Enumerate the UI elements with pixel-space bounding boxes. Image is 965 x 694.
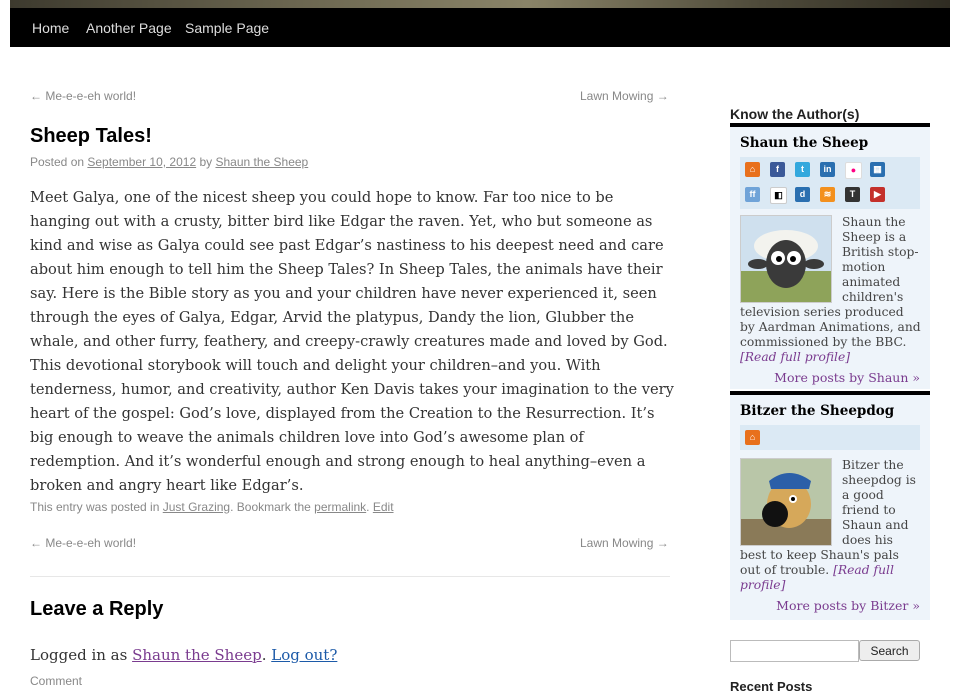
meta-prefix: Posted on — [30, 155, 88, 169]
widget-title: Know the Author(s) — [730, 106, 860, 122]
social-icons: ⌂ f t in ● ▦ ff ◧ d ≋ T ▶ — [740, 157, 920, 209]
category-link[interactable]: Just Grazing — [163, 500, 230, 514]
flickr-icon[interactable]: ● — [845, 162, 862, 179]
comment-label: Comment — [30, 674, 83, 688]
footer-mid: . Bookmark the — [230, 500, 315, 514]
search-input[interactable] — [730, 640, 859, 662]
footer-sep: . — [366, 500, 373, 514]
post-title: Sheep Tales! — [30, 125, 152, 147]
author-name: Shaun the Sheep — [740, 135, 869, 151]
social-icons: ⌂ — [740, 425, 920, 450]
next-post-link[interactable]: Lawn Mowing → — [580, 89, 669, 103]
nav-home[interactable]: Home — [32, 20, 69, 36]
home-icon[interactable]: ⌂ — [745, 430, 760, 445]
post-footer: This entry was posted in Just Grazing. B… — [30, 500, 394, 514]
facebook-icon[interactable]: f — [770, 162, 785, 177]
author-box-shaun: Shaun the Sheep ⌂ f t in ● ▦ ff ◧ d ≋ T … — [730, 123, 930, 389]
main-nav: Home Another Page Sample Page — [10, 8, 950, 47]
author-bio: Bitzer the sheepdog is a good friend to … — [740, 458, 922, 593]
recent-posts-title: Recent Posts — [730, 679, 813, 694]
next-post-link-bottom[interactable]: Lawn Mowing → — [580, 536, 669, 550]
author-name: Bitzer the Sheepdog — [740, 403, 895, 419]
permalink-link[interactable]: permalink — [314, 500, 366, 514]
home-icon[interactable]: ⌂ — [745, 162, 760, 177]
post-date-link[interactable]: September 10, 2012 — [87, 155, 196, 169]
search-button[interactable]: Search — [859, 640, 920, 661]
author-box-bitzer: Bitzer the Sheepdog ⌂ Bitzer the sheepdo… — [730, 391, 930, 620]
more-posts-link[interactable]: More posts by Shaun » — [774, 370, 920, 385]
logged-sep: . — [261, 646, 272, 664]
author-bio: Shaun the Sheep is a British stop-motion… — [740, 215, 922, 365]
more-posts-link[interactable]: More posts by Bitzer » — [776, 598, 920, 613]
linkedin-icon[interactable]: in — [820, 162, 835, 177]
delicious-icon[interactable]: ▦ — [870, 162, 885, 177]
twitter-icon[interactable]: t — [795, 162, 810, 177]
post-nav-prev-top: ← Me-e-e-eh world! — [30, 89, 136, 103]
nav-sample-page[interactable]: Sample Page — [185, 20, 269, 36]
edit-link[interactable]: Edit — [373, 500, 394, 514]
prev-post-link[interactable]: ← Me-e-e-eh world! — [30, 89, 136, 103]
reply-title: Leave a Reply — [30, 598, 164, 620]
post-author-link[interactable]: Shaun the Sheep — [215, 155, 308, 169]
read-profile-link[interactable]: [Read full profile] — [740, 350, 850, 364]
post-nav-next-bottom: Lawn Mowing → — [580, 536, 669, 550]
logout-link[interactable]: Log out? — [271, 646, 337, 664]
divider — [30, 576, 670, 577]
delicious-squares-icon[interactable]: ◧ — [770, 187, 787, 204]
friendfeed-icon[interactable]: ff — [745, 187, 760, 202]
tumblr-icon[interactable]: T — [845, 187, 860, 202]
digg-icon[interactable]: d — [795, 187, 810, 202]
nav-another-page[interactable]: Another Page — [86, 20, 172, 36]
logged-in-line: Logged in as Shaun the Sheep. Log out? — [30, 646, 337, 664]
post-body: Meet Galya, one of the nicest sheep you … — [30, 189, 674, 494]
post-nav-next-top: Lawn Mowing → — [580, 89, 669, 103]
header-image-strip — [10, 0, 950, 8]
meta-by: by — [196, 155, 216, 169]
post-nav-prev-bottom: ← Me-e-e-eh world! — [30, 536, 136, 550]
youtube-icon[interactable]: ▶ — [870, 187, 885, 202]
user-profile-link[interactable]: Shaun the Sheep — [132, 646, 262, 664]
footer-prefix: This entry was posted in — [30, 500, 163, 514]
prev-post-link-bottom[interactable]: ← Me-e-e-eh world! — [30, 536, 136, 550]
post-meta: Posted on September 10, 2012 by Shaun th… — [30, 155, 308, 169]
rss-icon[interactable]: ≋ — [820, 187, 835, 202]
logged-prefix: Logged in as — [30, 646, 133, 664]
